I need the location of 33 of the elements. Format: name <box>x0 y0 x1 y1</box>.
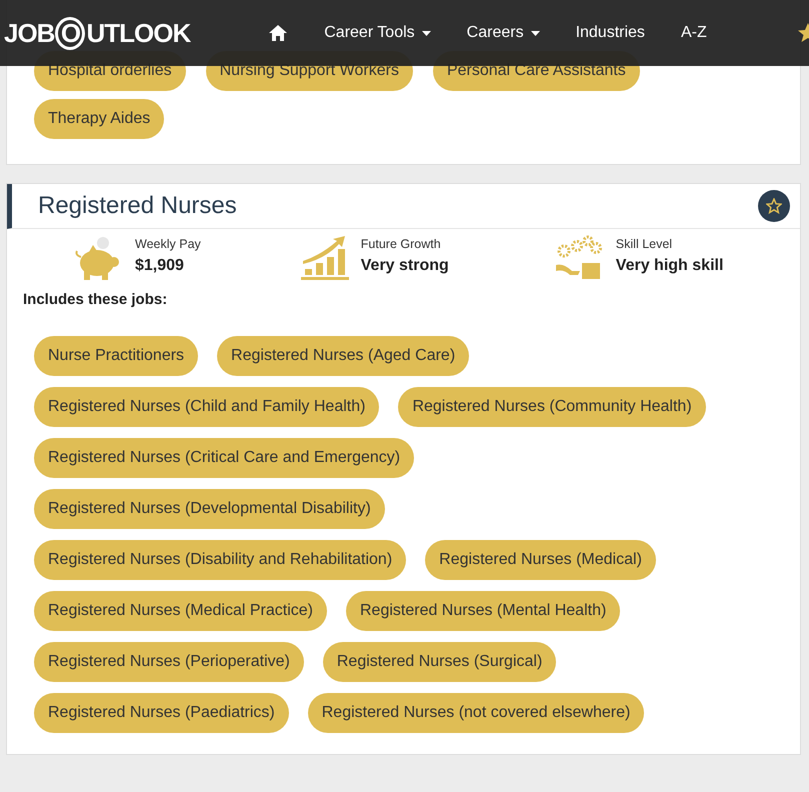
pay-label: Weekly Pay <box>135 236 201 253</box>
star-icon <box>766 198 782 214</box>
job-pill[interactable]: Registered Nurses (Aged Care) <box>217 336 470 376</box>
job-pill[interactable]: Nurse Practitioners <box>34 336 198 376</box>
job-pill[interactable]: Registered Nurses (Developmental Disability) <box>34 488 385 528</box>
pay-value: $1,909 <box>135 256 185 276</box>
nav-dropdown[interactable]: Career Tools <box>306 21 449 45</box>
job-pill[interactable]: Registered Nurses (Community Health) <box>398 386 706 426</box>
job-pill[interactable]: Registered Nurses (Mental Health) <box>346 590 620 630</box>
nav-dropdown[interactable]: Careers <box>448 21 558 45</box>
job-pill[interactable]: Registered Nurses (Surgical) <box>322 642 556 682</box>
skill-label: Skill Level <box>616 236 674 253</box>
job-pill[interactable]: Registered Nurses (Medical) <box>425 540 656 580</box>
growth-label: Future Growth <box>360 236 442 253</box>
nav-link[interactable]: A-Z <box>662 21 725 45</box>
skill-value: Very high skill <box>616 256 724 276</box>
growth-value: Very strong <box>360 256 449 276</box>
favourite-button[interactable] <box>758 190 790 222</box>
job-pill[interactable]: Registered Nurses (Perioperative) <box>34 642 304 682</box>
job-pill[interactable]: Registered Nurses (Critical Care and Emergency) <box>34 438 414 478</box>
job-pill[interactable]: Registered Nurses (Child and Family Health) <box>34 386 380 426</box>
job-pill[interactable]: Registered Nurses (not covered elsewhere) <box>308 692 644 732</box>
job-pill[interactable]: Registered Nurses (Medical Practice) <box>34 590 327 630</box>
nav-link[interactable]: Industries <box>558 21 663 45</box>
star-icon[interactable] <box>797 22 809 44</box>
caret-icon <box>422 30 431 36</box>
growth-chart-icon <box>298 235 351 283</box>
job-pill[interactable]: Registered Nurses (Paediatrics) <box>34 692 289 732</box>
occupation-title: Registered Nurses <box>38 192 237 220</box>
caret-icon <box>530 30 540 36</box>
jobs-heading: Includes these jobs: <box>23 290 168 310</box>
job-pill[interactable]: Therapy Aides <box>34 99 164 139</box>
job-pill[interactable]: Registered Nurses (Disability and Rehabilitation) <box>34 540 406 580</box>
